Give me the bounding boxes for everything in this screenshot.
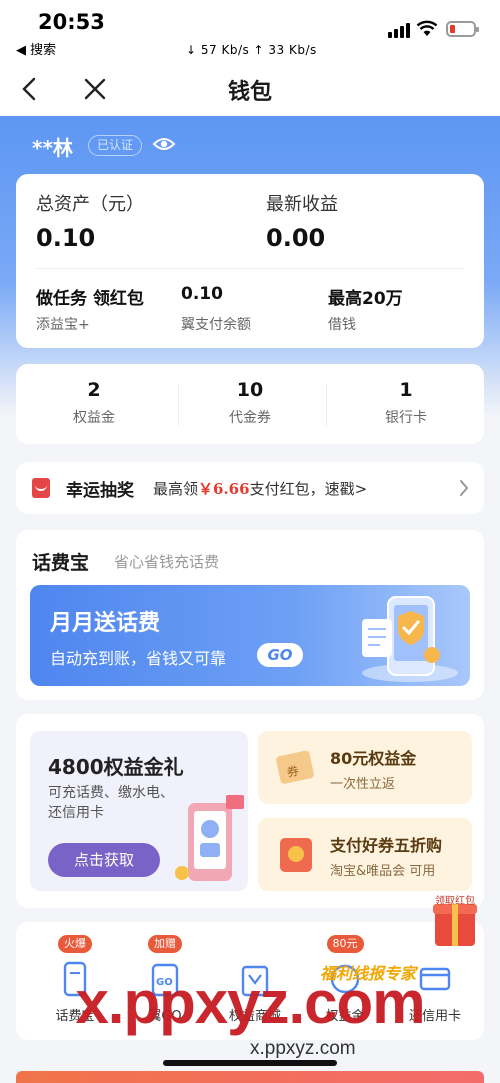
total-assets-value[interactable]: 0.10 xyxy=(36,224,95,252)
divider xyxy=(36,268,464,269)
hot-tag: 火爆 xyxy=(58,935,92,953)
stat-label: 银行卡 xyxy=(385,410,427,426)
red-packet-icon xyxy=(280,838,312,872)
status-bar: 20:53 ◀ 搜索 ↓ 57 Kb/s ↑ 33 Kb/s xyxy=(0,0,500,62)
desc-prefix: 最高领 xyxy=(153,480,199,498)
promo-card: 4800权益金礼 可充话费、缴水电、还信用卡 点击获取 券 80元权益金 一次性… xyxy=(16,714,484,908)
tile-title: 80元权益金 xyxy=(330,749,417,768)
stat-value: 2 xyxy=(87,379,101,401)
back-to-app-link[interactable]: ◀ 搜索 xyxy=(16,39,56,58)
total-assets-label: 总资产（元） xyxy=(36,194,144,215)
stat-value: 1 xyxy=(399,379,413,401)
stat-bank-cards[interactable]: 1 银行卡 xyxy=(328,364,484,444)
phone-gift-illustration xyxy=(175,795,244,881)
lucky-draw-title: 幸运抽奖 xyxy=(66,481,134,501)
home-indicator[interactable] xyxy=(163,1060,337,1066)
balance-label: 翼支付余额 xyxy=(181,317,251,333)
stat-rights-gold[interactable]: 2 权益金 xyxy=(16,364,172,444)
lucky-draw-row[interactable]: 幸运抽奖 最高领￥6.66支付红包，速戳> xyxy=(16,462,484,514)
status-time: 20:53 xyxy=(38,10,105,34)
assets-card: 总资产（元） 0.10 最新收益 0.00 做任务 领红包 添益宝+ 0.10 … xyxy=(16,174,484,348)
task-title: 做任务 领红包 xyxy=(36,289,144,309)
balance-value: 0.10 xyxy=(181,284,223,304)
desc-suffix: 支付红包，速戳> xyxy=(249,480,368,498)
lucky-draw-desc: 最高领￥6.66支付红包，速戳> xyxy=(153,478,367,499)
bonus-tag: 加赠 xyxy=(148,935,182,953)
loan-label: 借钱 xyxy=(328,317,356,333)
loan-title: 最高20万 xyxy=(328,289,403,309)
nav-bar: 钱包 xyxy=(0,62,500,116)
rights-gold-tile[interactable]: 券 80元权益金 一次性立返 xyxy=(258,731,472,804)
stat-value: 10 xyxy=(236,379,264,401)
stats-card: 2 权益金 10 代金券 1 银行卡 xyxy=(16,364,484,444)
earnings-label: 最新收益 xyxy=(266,194,338,215)
divider xyxy=(326,384,327,426)
verified-badge: 已认证 xyxy=(88,135,143,156)
phone-shield-illustration xyxy=(362,596,458,682)
prize-amount: ￥6.66 xyxy=(198,480,250,498)
chevron-right-icon xyxy=(460,480,469,496)
gift-label: 领取红包 xyxy=(435,896,475,907)
watermark-url: x.ppxyz.com xyxy=(250,1038,356,1059)
go-button[interactable]: GO xyxy=(257,643,303,667)
tile-subtitle: 一次性立返 xyxy=(330,777,396,792)
signal-icon xyxy=(388,22,410,38)
bottom-banner-edge xyxy=(16,1071,484,1083)
stat-label: 代金券 xyxy=(229,410,271,426)
tile-subtitle: 可充话费、缴水电、还信用卡 xyxy=(48,785,174,821)
red-envelope-icon xyxy=(32,478,50,498)
banner-subtitle: 自动充到账，省钱又可靠 xyxy=(50,649,227,668)
coupon-deal-tile[interactable]: 支付好券五折购 淘宝&唯品会 可用 xyxy=(258,818,472,891)
section-subtitle: 省心省钱充话费 xyxy=(114,553,220,571)
banner-title: 月月送话费 xyxy=(50,611,161,636)
user-name: **林 xyxy=(32,136,73,160)
ticket-icon: 券 xyxy=(276,750,314,784)
stat-coupons[interactable]: 10 代金券 xyxy=(172,364,328,444)
phone-bill-card: 话费宝 省心省钱充话费 月月送话费 自动充到账，省钱又可靠 GO xyxy=(16,530,484,700)
get-now-button[interactable]: 点击获取 xyxy=(48,843,160,877)
network-speed: ↓ 57 Kb/s ↑ 33 Kb/s xyxy=(186,43,317,57)
rights-gift-tile[interactable]: 4800权益金礼 可充话费、缴水电、还信用卡 点击获取 xyxy=(30,731,248,891)
stat-label: 权益金 xyxy=(73,410,115,426)
site-watermark: x.ppxyz.com xyxy=(75,969,425,1036)
wifi-icon xyxy=(416,20,438,36)
tile-title: 4800权益金礼 xyxy=(48,755,184,779)
earnings-value[interactable]: 0.00 xyxy=(266,224,325,252)
monthly-phone-bill-banner[interactable]: 月月送话费 自动充到账，省钱又可靠 GO xyxy=(30,585,470,686)
tile-subtitle: 淘宝&唯品会 可用 xyxy=(330,864,436,879)
page-title: 钱包 xyxy=(227,80,272,105)
tile-title: 支付好券五折购 xyxy=(330,836,443,855)
amount-tag: 80元 xyxy=(326,935,364,953)
eye-icon[interactable] xyxy=(152,134,176,154)
section-title: 话费宝 xyxy=(32,552,90,574)
task-sub: 添益宝+ xyxy=(36,317,90,333)
floating-gift-badge[interactable]: 领取红包 xyxy=(425,892,485,950)
battery-icon xyxy=(446,21,479,37)
